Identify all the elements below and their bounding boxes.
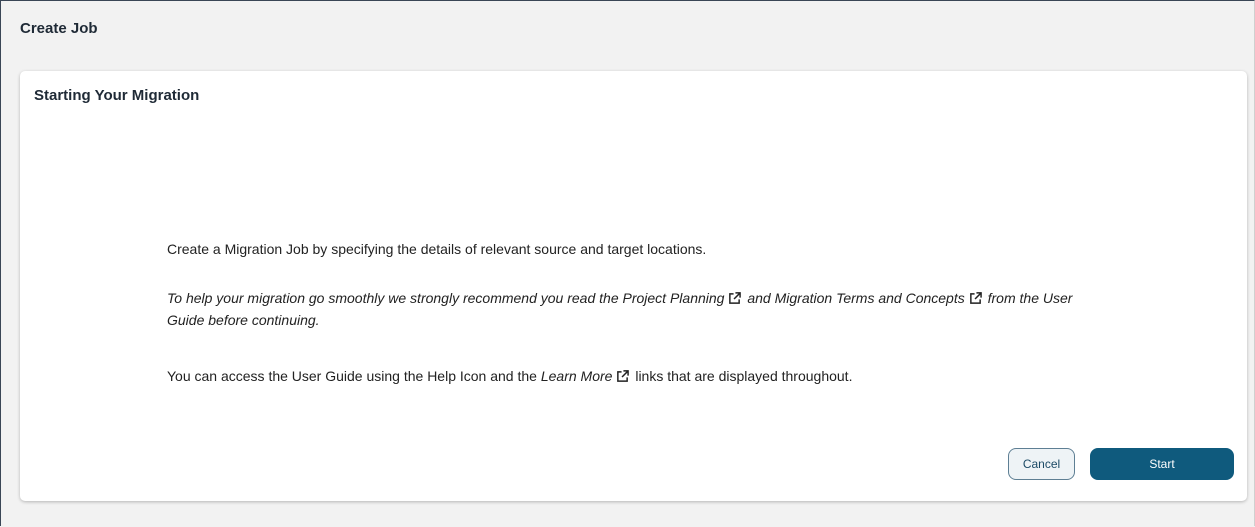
migration-card: Starting Your Migration Create a Migrati…	[20, 71, 1247, 501]
migration-terms-link[interactable]: Migration Terms and Concepts	[775, 290, 965, 306]
recommendation-text: To help your migration go smoothly we st…	[167, 287, 1107, 331]
learn-more-link[interactable]: Learn More	[541, 368, 613, 384]
access-text: You can access the User Guide using the …	[167, 365, 852, 387]
intro-text: Create a Migration Job by specifying the…	[167, 241, 707, 257]
page-title: Create Job	[20, 20, 98, 37]
card-title: Starting Your Migration	[34, 87, 200, 104]
cancel-button[interactable]: Cancel	[1008, 448, 1075, 480]
access-suffix: links that are displayed throughout.	[631, 368, 853, 384]
project-planning-link[interactable]: Project Planning	[623, 290, 725, 306]
start-button[interactable]: Start	[1090, 448, 1234, 480]
recommend-middle: and	[743, 290, 775, 306]
access-prefix: You can access the User Guide using the …	[167, 368, 541, 384]
recommend-prefix: To help your migration go smoothly we st…	[167, 290, 623, 306]
external-link-icon[interactable]	[728, 292, 742, 305]
external-link-icon[interactable]	[969, 292, 982, 305]
external-link-icon[interactable]	[616, 370, 630, 383]
